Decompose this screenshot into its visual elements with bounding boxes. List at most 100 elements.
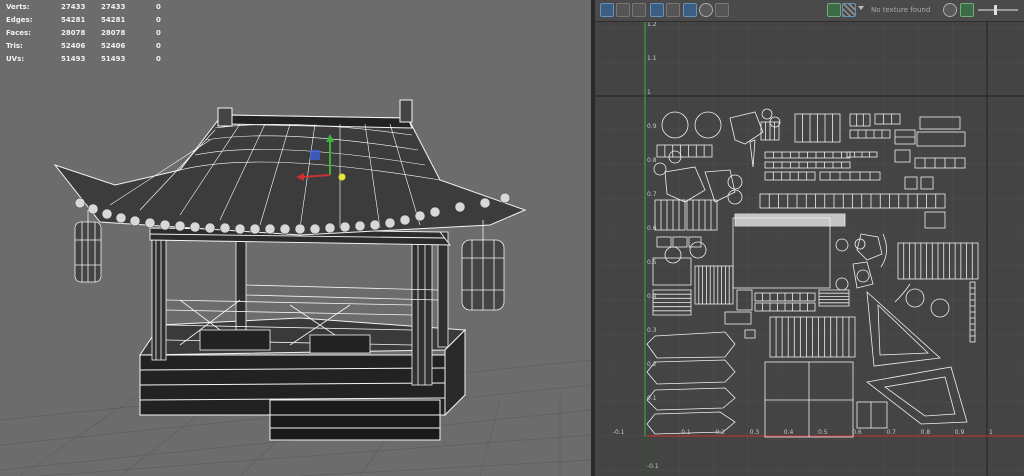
checker-pattern-icon[interactable] — [842, 3, 856, 17]
uv-shell — [727, 174, 743, 190]
stat-value: 28078 — [61, 29, 86, 37]
uv-shell — [761, 108, 773, 120]
uv-camera-icon[interactable] — [715, 3, 729, 17]
u-tick-label: 0.3 — [750, 429, 760, 436]
stat-value: 0 — [156, 16, 161, 24]
uv-shell — [686, 199, 718, 231]
dropdown-icon[interactable] — [858, 6, 864, 10]
u-tick-label: 0.4 — [784, 429, 794, 436]
uv-shell — [916, 131, 966, 147]
stat-label: Verts: — [6, 3, 30, 11]
uv-shell — [724, 311, 752, 325]
uv-isolate-icon[interactable] — [699, 3, 713, 17]
stat-value: 54281 — [61, 16, 86, 24]
exposure-icon[interactable] — [943, 3, 957, 17]
uv-shell — [835, 238, 849, 252]
u-tick-label: 0.6 — [852, 429, 862, 436]
uv-shell — [849, 113, 871, 127]
uv-shell — [729, 111, 764, 145]
slider-icon[interactable] — [978, 5, 1018, 15]
uv-shell — [856, 401, 888, 429]
uv-shell-icon[interactable] — [632, 3, 646, 17]
uv-shell — [835, 277, 849, 291]
v-tick-label: 0.7 — [647, 191, 657, 198]
stat-label: Edges: — [6, 16, 33, 24]
uv-shell — [924, 211, 946, 229]
stat-value: 0 — [156, 55, 161, 63]
v-tick-label: 0.9 — [647, 123, 657, 130]
u-tick-label: 0.1 — [681, 429, 691, 436]
v-tick-label: 1 — [647, 89, 651, 96]
texture-icon[interactable] — [827, 3, 841, 17]
stat-value: 51493 — [101, 55, 126, 63]
stat-value: 27433 — [61, 3, 86, 11]
uv-shell — [672, 236, 688, 248]
v-tick-label: 0.5 — [647, 259, 657, 266]
uv-shell — [646, 331, 736, 359]
image-icon[interactable] — [960, 3, 974, 17]
u-tick-label: 0.8 — [921, 429, 931, 436]
uv-shell — [856, 269, 870, 283]
stat-value: 0 — [156, 3, 161, 11]
v-tick-label: 0.3 — [647, 327, 657, 334]
v-tick-label: 0.8 — [647, 157, 657, 164]
uv-shell — [652, 257, 692, 286]
uv-grid-icon[interactable] — [600, 3, 614, 17]
uv-canvas[interactable]: -0.1 0.1 0.2 0.3 0.4 0.5 0.6 0.7 0.8 0.9 11.21.110… — [595, 22, 1024, 476]
uv-editor-toolbar: No texture found — [595, 0, 1024, 22]
uv-shell — [880, 233, 887, 268]
uv-shell — [919, 116, 961, 130]
uv-shell — [661, 111, 689, 139]
uv-frame-icon[interactable] — [650, 3, 664, 17]
uv-shell — [694, 111, 722, 139]
uv-shell — [646, 387, 736, 411]
right-lantern — [461, 220, 505, 311]
uv-shell — [656, 236, 672, 248]
uv-editor-panel[interactable]: No texture found -0.1 0.1 0.2 0.3 0.4 0.5 0.6 0… — [595, 0, 1024, 476]
uv-shell — [689, 241, 707, 259]
uv-shell — [914, 157, 966, 169]
stat-value: 54281 — [101, 16, 126, 24]
uv-shell — [654, 199, 686, 231]
viewport-canvas[interactable] — [0, 0, 591, 476]
uv-snapshot-icon[interactable] — [683, 3, 697, 17]
stat-label: Faces: — [6, 29, 31, 37]
pavilion-roof — [53, 99, 527, 236]
u-tick-label: 0.7 — [886, 429, 896, 436]
uv-shell — [653, 162, 667, 176]
uv-shell — [818, 289, 850, 307]
stat-label: Tris: — [6, 42, 23, 50]
uv-shell — [856, 233, 883, 261]
stat-value: 51493 — [61, 55, 86, 63]
uv-shell — [866, 366, 968, 425]
u-tick-label: -0.1 — [613, 429, 625, 436]
uv-shell — [930, 298, 950, 318]
v-tick-label: 1.2 — [647, 22, 657, 28]
stat-value: 52406 — [61, 42, 86, 50]
v-tick-label: -0.1 — [647, 463, 659, 470]
uv-checker-icon[interactable] — [666, 3, 680, 17]
uv-shell — [883, 376, 956, 417]
uv-shell — [664, 246, 682, 264]
left-lantern — [74, 210, 102, 283]
v-tick-label: 1.1 — [647, 55, 657, 62]
3d-viewport[interactable]: Verts: 27433 27433 0 Edges: 54281 54281 0 Faces:… — [0, 0, 591, 476]
uv-shell — [905, 288, 925, 308]
stat-label: UVs: — [6, 55, 25, 63]
uv-select-icon[interactable] — [616, 3, 630, 17]
uv-shell — [904, 176, 918, 190]
u-tick-label: 1 — [989, 429, 993, 436]
uv-shell — [704, 169, 736, 203]
uv-shell — [664, 166, 706, 203]
u-tick-label: 0.5 — [818, 429, 828, 436]
u-tick-label: 0.9 — [955, 429, 965, 436]
uv-shell — [920, 176, 934, 190]
stat-value: 0 — [156, 29, 161, 37]
uv-shell — [849, 129, 891, 139]
texture-status-label: No texture found — [871, 6, 931, 14]
stat-value: 27433 — [101, 3, 126, 11]
uv-shell — [646, 359, 736, 385]
uv-shell — [749, 139, 756, 168]
stat-value: 52406 — [101, 42, 126, 50]
stat-value: 0 — [156, 42, 161, 50]
